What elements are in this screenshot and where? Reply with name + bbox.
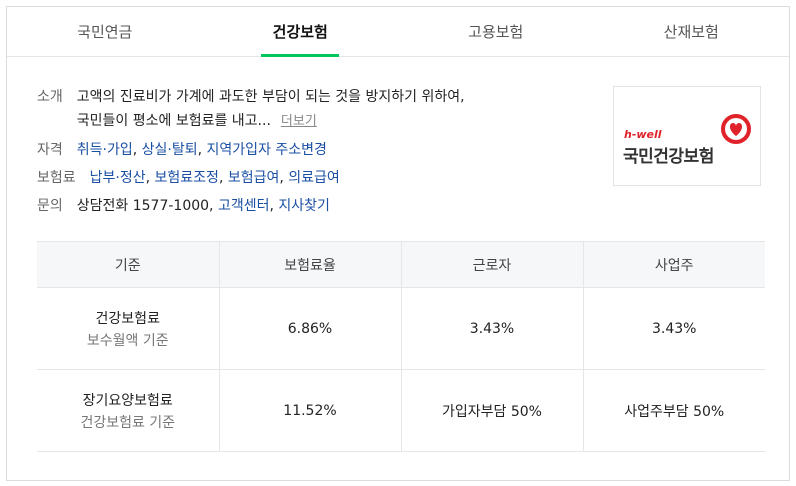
intro-row: 소개 고액의 진료비가 가계에 과도한 부담이 되는 것을 방지하기 위하여, …	[37, 85, 597, 134]
link-premium-adjustment[interactable]: 보험료조정	[155, 170, 219, 186]
row-rate: 6.86%	[218, 287, 401, 370]
nhis-logo[interactable]: h-well 국민건강보험	[613, 86, 761, 186]
header-criteria: 기준	[37, 241, 219, 288]
heart-logo-icon	[721, 114, 751, 144]
table-header-row: 기준 보험료율 근로자 사업주	[37, 241, 765, 288]
header-employer: 사업주	[582, 241, 765, 288]
tab-national-pension[interactable]: 국민연금	[7, 7, 203, 56]
row-name: 건강보험료	[95, 310, 160, 327]
qualification-label: 자격	[37, 142, 63, 158]
intro-label: 소개	[37, 89, 63, 105]
intro-text-line2: 국민들이 평소에 보험료를 내고...	[76, 113, 271, 129]
logo-brand: h-well	[624, 128, 662, 141]
row-criteria: 장기요양보험료 건강보험료 기준	[37, 369, 219, 452]
contact-row: 문의 상담전화 1577-1000, 고객센터, 지사찾기	[37, 194, 597, 218]
intro-text-line1: 고액의 진료비가 가계에 과도한 부담이 되는 것을 방지하기 위하여,	[76, 89, 465, 105]
tab-health-insurance[interactable]: 건강보험	[203, 7, 399, 57]
link-insurance-benefit[interactable]: 보험급여	[228, 170, 280, 186]
link-loss-withdrawal[interactable]: 상실·탈퇴	[142, 142, 198, 158]
row-employer: 사업주부담 50%	[582, 369, 765, 452]
row-worker: 가입자부담 50%	[400, 369, 583, 452]
table-row: 건강보험료 보수월액 기준 6.86% 3.43% 3.43%	[37, 287, 765, 370]
row-rate: 11.52%	[218, 369, 401, 452]
row-sub: 보수월액 기준	[86, 332, 169, 349]
header-worker: 근로자	[400, 241, 583, 288]
header-rate: 보험료율	[218, 241, 401, 288]
link-medical-benefit[interactable]: 의료급여	[288, 170, 340, 186]
table-row: 장기요양보험료 건강보험료 기준 11.52% 가입자부담 50% 사업주부담 …	[37, 369, 765, 452]
intro-text: 고액의 진료비가 가계에 과도한 부담이 되는 것을 방지하기 위하여, 국민들…	[77, 85, 465, 134]
row-worker: 3.43%	[400, 287, 583, 370]
link-branch-finder[interactable]: 지사찾기	[278, 198, 330, 214]
row-name: 장기요양보험료	[82, 392, 173, 409]
row-employer: 3.43%	[582, 287, 765, 370]
premium-rate-table: 기준 보험료율 근로자 사업주 건강보험료 보수월액 기준 6.86% 3.43…	[37, 241, 765, 452]
qualification-row: 자격 취득·가입, 상실·탈퇴, 지역가입자 주소변경	[37, 138, 597, 162]
row-criteria: 건강보험료 보수월액 기준	[37, 287, 219, 370]
premium-row: 보험료 납부·정산, 보험료조정, 보험급여, 의료급여	[37, 166, 597, 190]
tab-industrial-accident-insurance[interactable]: 산재보험	[594, 7, 790, 56]
logo-name: 국민건강보험	[623, 147, 714, 167]
row-sub: 건강보험료 기준	[80, 414, 176, 431]
link-customer-center[interactable]: 고객센터	[218, 198, 270, 214]
contact-label: 문의	[37, 198, 63, 214]
contact-phone: 상담전화 1577-1000,	[76, 198, 214, 214]
tab-employment-insurance[interactable]: 고용보험	[398, 7, 594, 56]
more-link[interactable]: 더보기	[281, 114, 317, 129]
insurance-card: 국민연금 건강보험 고용보험 산재보험 소개 고액의 진료비가 가계에 과도한 …	[6, 6, 790, 481]
info-section: 소개 고액의 진료비가 가계에 과도한 부담이 되는 것을 방지하기 위하여, …	[37, 85, 597, 222]
link-payment-settlement[interactable]: 납부·정산	[90, 170, 146, 186]
link-acquisition[interactable]: 취득·가입	[77, 142, 133, 158]
link-address-change[interactable]: 지역가입자 주소변경	[207, 142, 327, 158]
tab-bar: 국민연금 건강보험 고용보험 산재보험	[7, 7, 789, 57]
premium-label: 보험료	[37, 170, 76, 186]
